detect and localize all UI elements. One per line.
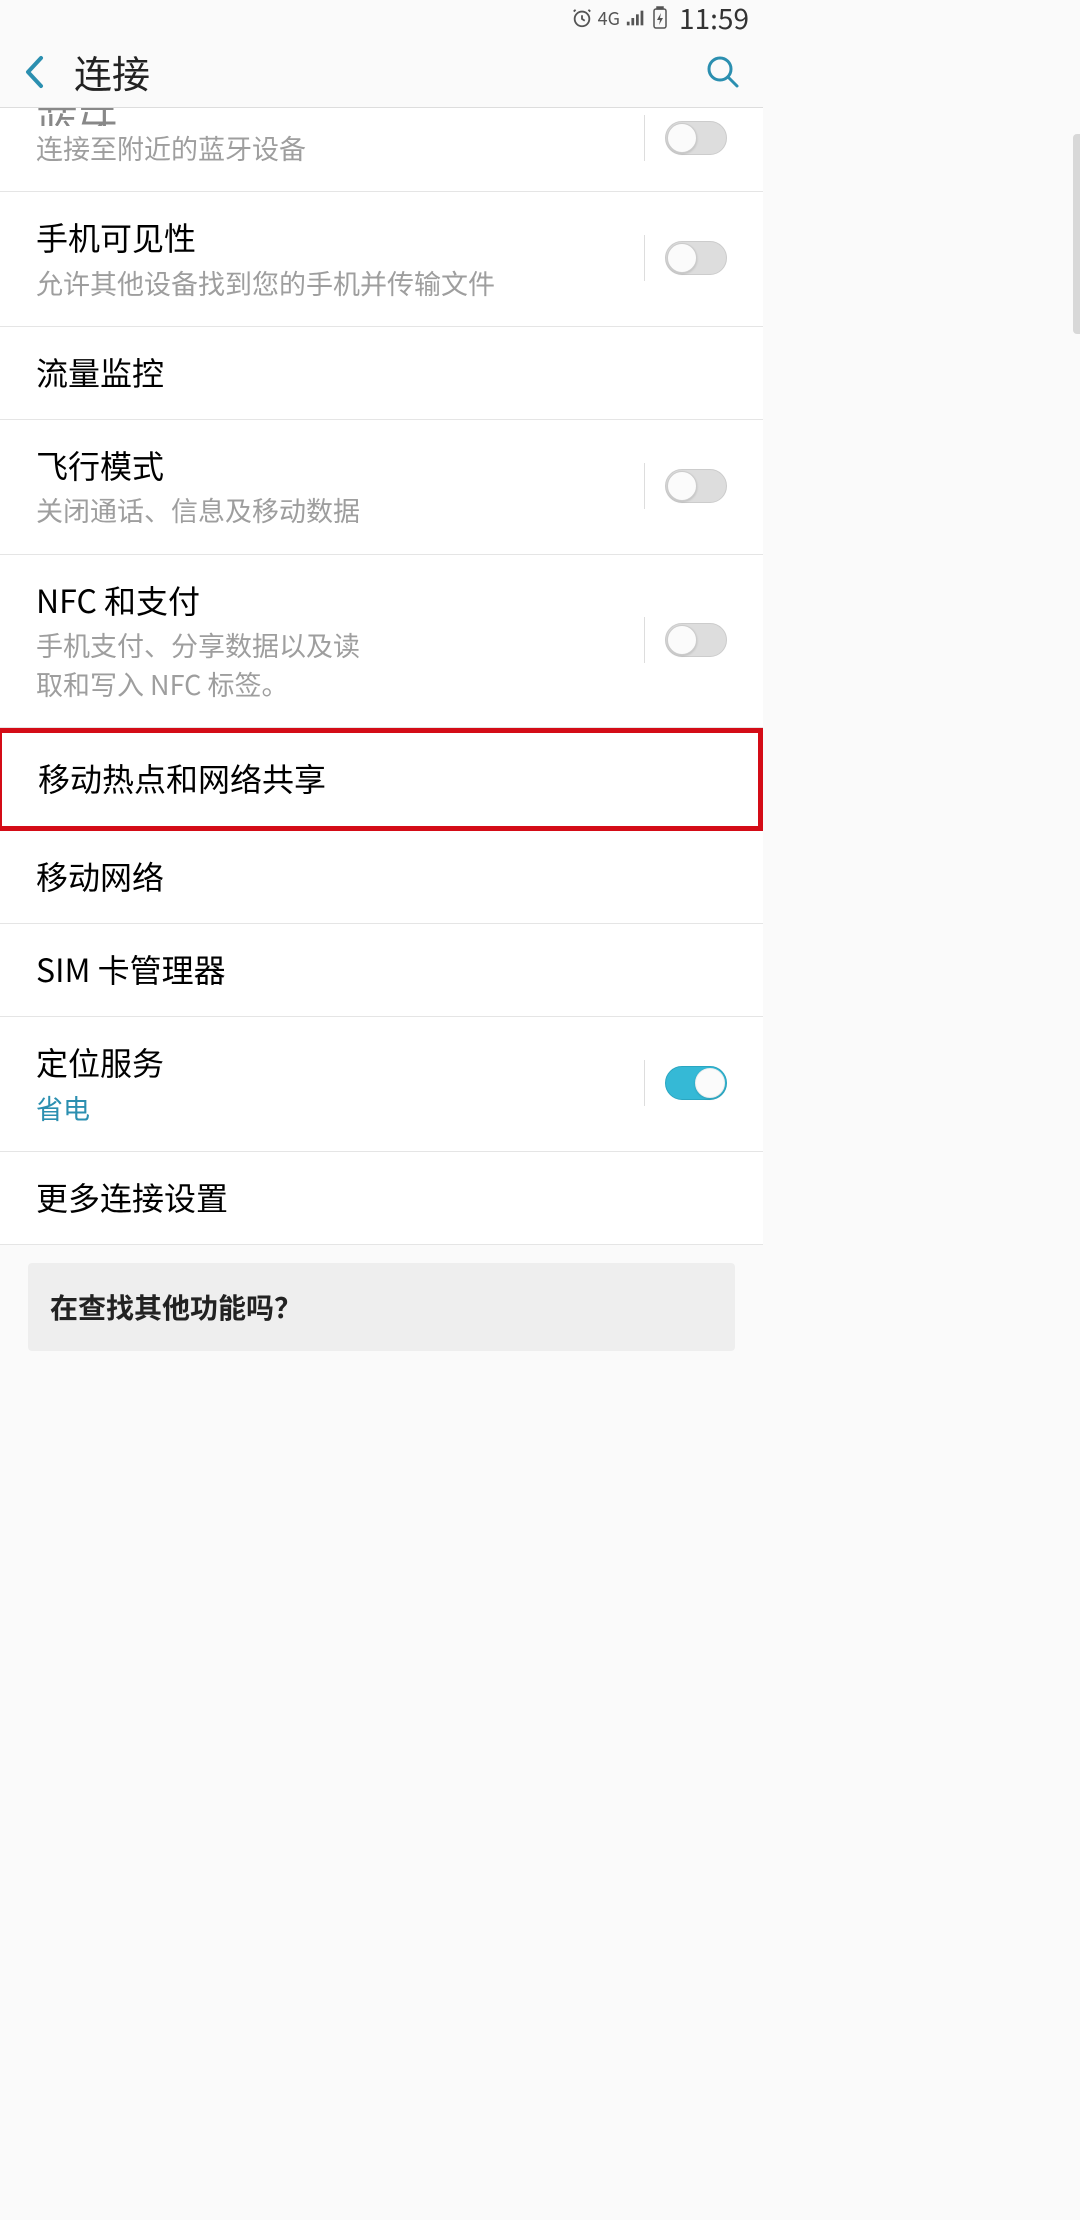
item-title: 流量监控	[36, 349, 727, 395]
item-text: 移动热点和网络共享	[38, 755, 722, 801]
settings-item[interactable]: 飞行模式关闭通话、信息及移动数据	[0, 420, 763, 555]
settings-item[interactable]: 更多连接设置	[0, 1152, 763, 1245]
item-text: SIM 卡管理器	[36, 946, 727, 992]
status-bar: 4G 11:59	[0, 0, 763, 36]
battery-icon	[652, 6, 668, 30]
item-text: 蓝牙连接至附近的蓝牙设备	[36, 108, 632, 167]
item-title: 更多连接设置	[36, 1174, 727, 1220]
item-subtitle: 连接至附近的蓝牙设备	[36, 128, 632, 167]
item-text: 飞行模式关闭通话、信息及移动数据	[36, 442, 632, 530]
settings-item[interactable]: SIM 卡管理器	[0, 924, 763, 1017]
scroll-indicator	[1073, 134, 1080, 334]
item-title: 手机可见性	[36, 214, 632, 260]
alarm-icon	[571, 7, 593, 29]
toggle-knob	[667, 123, 697, 153]
item-subtitle: 关闭通话、信息及移动数据	[36, 490, 632, 529]
item-title: 蓝牙	[36, 108, 632, 126]
settings-item[interactable]: 移动网络	[0, 831, 763, 924]
toggle-switch[interactable]	[665, 121, 727, 155]
item-subtitle: 手机支付、分享数据以及读取和写入 NFC 标签。	[36, 625, 376, 703]
item-text: NFC 和支付手机支付、分享数据以及读取和写入 NFC 标签。	[36, 577, 632, 704]
footer-prompt-text: 在查找其他功能吗？	[50, 1287, 713, 1327]
settings-item[interactable]: NFC 和支付手机支付、分享数据以及读取和写入 NFC 标签。	[0, 555, 763, 729]
item-text: 手机可见性允许其他设备找到您的手机并传输文件	[36, 214, 632, 302]
settings-item[interactable]: 手机可见性允许其他设备找到您的手机并传输文件	[0, 192, 763, 327]
item-subtitle: 省电	[36, 1088, 632, 1127]
toggle-divider	[644, 617, 645, 663]
clock-time: 11:59	[679, 0, 749, 38]
item-text: 定位服务省电	[36, 1039, 632, 1127]
settings-item[interactable]: 流量监控	[0, 327, 763, 420]
item-title: 移动网络	[36, 853, 727, 899]
toggle-switch[interactable]	[665, 469, 727, 503]
item-text: 移动网络	[36, 853, 727, 899]
item-title: 飞行模式	[36, 442, 632, 488]
toggle-knob	[667, 243, 697, 273]
toggle-divider	[644, 115, 645, 161]
page-title: 连接	[74, 44, 705, 99]
toggle-divider	[644, 235, 645, 281]
toggle-switch[interactable]	[665, 623, 727, 657]
item-title: SIM 卡管理器	[36, 946, 727, 992]
item-subtitle: 允许其他设备找到您的手机并传输文件	[36, 263, 632, 302]
toggle-switch[interactable]	[665, 1066, 727, 1100]
item-title: NFC 和支付	[36, 577, 632, 623]
item-text: 更多连接设置	[36, 1174, 727, 1220]
settings-item[interactable]: 蓝牙连接至附近的蓝牙设备	[0, 108, 763, 192]
item-text: 流量监控	[36, 349, 727, 395]
footer-prompt-card[interactable]: 在查找其他功能吗？	[28, 1263, 735, 1351]
settings-item[interactable]: 定位服务省电	[0, 1017, 763, 1152]
item-title: 移动热点和网络共享	[38, 755, 722, 801]
toggle-knob	[667, 471, 697, 501]
toggle-divider	[644, 1060, 645, 1106]
back-button[interactable]	[22, 52, 48, 92]
toggle-switch[interactable]	[665, 241, 727, 275]
signal-icon	[625, 7, 647, 29]
settings-item[interactable]: 移动热点和网络共享	[0, 728, 763, 830]
toggle-knob	[695, 1068, 725, 1098]
item-title: 定位服务	[36, 1039, 632, 1085]
settings-list: 蓝牙连接至附近的蓝牙设备手机可见性允许其他设备找到您的手机并传输文件流量监控飞行…	[0, 108, 763, 1245]
app-header: 连接	[0, 36, 763, 108]
search-button[interactable]	[705, 54, 741, 90]
network-type-icon: 4G	[598, 9, 620, 27]
toggle-divider	[644, 463, 645, 509]
toggle-knob	[667, 625, 697, 655]
